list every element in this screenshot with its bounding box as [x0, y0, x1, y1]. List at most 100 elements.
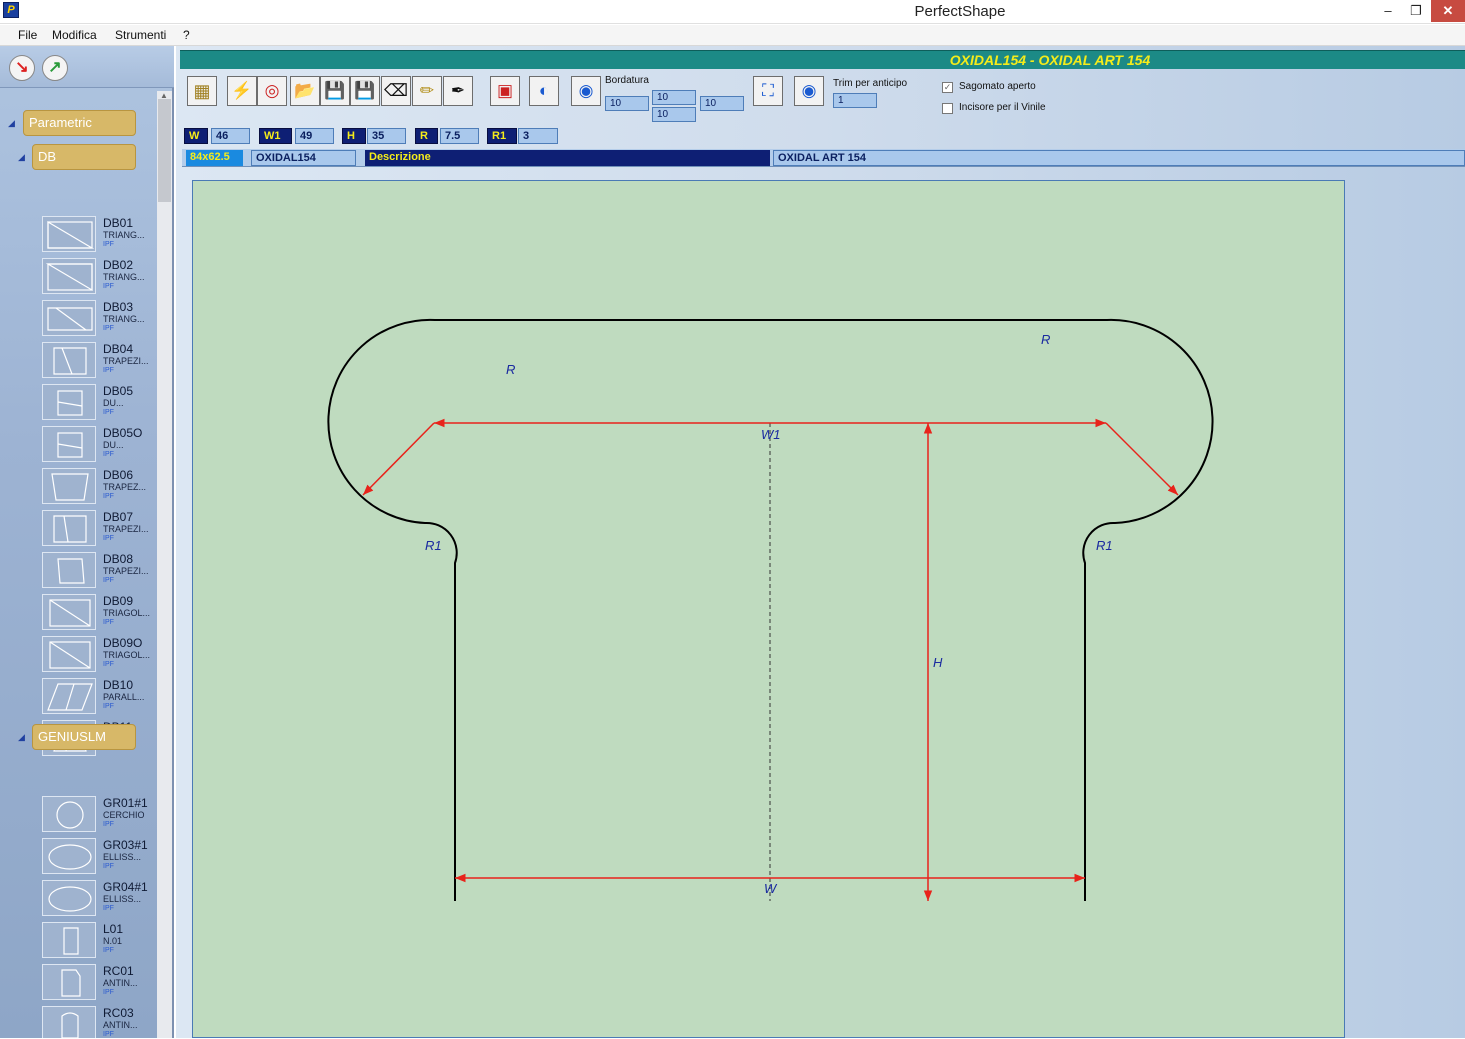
shape-list-item[interactable]: RC03 ANTIN... IPF: [42, 1006, 154, 1038]
shape-description: PARALL...: [103, 692, 145, 702]
param-r1-field[interactable]: 3: [518, 128, 558, 144]
shape-description: DU...: [103, 440, 124, 450]
shape-list-item[interactable]: DB10 PARALL... IPF: [42, 678, 154, 718]
shape-name: RC03: [103, 1006, 134, 1020]
shape-list-item[interactable]: GR03#1 ELLISS... IPF: [42, 838, 154, 878]
knife-button[interactable]: ✒: [443, 76, 473, 106]
menu-help[interactable]: ?: [183, 28, 190, 42]
mirror-button[interactable]: ◐: [529, 76, 559, 106]
label-w1: W1: [761, 427, 781, 442]
shape-thumbnail-icon: [42, 426, 96, 462]
expand-triangle-icon[interactable]: ◢: [18, 152, 25, 163]
group-geniuslm[interactable]: GENIUSLM: [32, 724, 136, 750]
trim-button[interactable]: ◉: [794, 76, 824, 106]
shape-list-item[interactable]: L01 N.01 IPF: [42, 922, 154, 962]
shape-name: RC01: [103, 964, 134, 978]
param-w1-field[interactable]: 49: [295, 128, 334, 144]
menu-modifica[interactable]: Modifica: [52, 28, 97, 42]
bordatura-button[interactable]: ◉: [571, 76, 601, 106]
shape-list-item[interactable]: DB01 TRIANG... IPF: [42, 216, 154, 256]
shape-description: TRIANG...: [103, 314, 145, 324]
bordatura-bottom-field[interactable]: 10: [652, 107, 696, 122]
shape-description: TRAPEZI...: [103, 524, 149, 534]
bordatura-right-field[interactable]: 10: [700, 96, 744, 111]
label-r-left: R: [506, 362, 515, 377]
code-field[interactable]: OXIDAL154: [251, 150, 356, 166]
shape-name: DB09: [103, 594, 134, 608]
shape-outline: [327, 318, 1214, 901]
shape-name: DB07: [103, 510, 134, 524]
menu-strumenti[interactable]: Strumenti: [115, 28, 166, 42]
shape-description: ANTIN...: [103, 978, 138, 988]
param-h-label: H: [342, 128, 366, 144]
incisore-checkbox[interactable]: [942, 103, 953, 114]
expand-all-button[interactable]: ↗: [42, 55, 68, 81]
shape-list-item[interactable]: DB08 TRAPEZI... IPF: [42, 552, 154, 592]
shape-tag: IPF: [103, 1031, 114, 1038]
bordatura-top-field[interactable]: 10: [652, 90, 696, 105]
fit-view-button[interactable]: ⛶: [753, 76, 783, 106]
shape-tag: IPF: [103, 367, 114, 374]
shape-list-item[interactable]: DB04 TRAPEZI... IPF: [42, 342, 154, 382]
shape-thumbnail-icon: [42, 300, 96, 336]
param-r-field[interactable]: 7.5: [440, 128, 479, 144]
trim-corners-button[interactable]: ▣: [490, 76, 520, 106]
shape-description: TRAPEZ...: [103, 482, 147, 492]
drawing-canvas[interactable]: R R W1 R1 R1 H W: [192, 180, 1345, 1038]
shape-list-item[interactable]: DB05 DU... IPF: [42, 384, 154, 424]
shape-list-item[interactable]: DB09 TRIAGOL... IPF: [42, 594, 154, 634]
fit-view-icon: ⛶: [762, 81, 774, 100]
description-field[interactable]: OXIDAL ART 154: [773, 150, 1465, 166]
restore-button[interactable]: ❐: [1401, 0, 1431, 22]
sagomato-checkbox[interactable]: ✓: [942, 82, 953, 93]
param-r-label: R: [415, 128, 438, 144]
param-w-field[interactable]: 46: [211, 128, 250, 144]
lifebuoy-button[interactable]: ◎: [257, 76, 287, 106]
menu-file[interactable]: File: [18, 28, 37, 42]
incisore-label: Incisore per il Vinile: [959, 102, 1046, 113]
shape-list-item[interactable]: DB06 TRAPEZ... IPF: [42, 468, 154, 508]
lightning-button[interactable]: ⚡: [227, 76, 257, 106]
shape-list-item[interactable]: RC01 ANTIN... IPF: [42, 964, 154, 1004]
shape-list-item[interactable]: DB02 TRIANG... IPF: [42, 258, 154, 298]
shape-list-item[interactable]: GR01#1 CERCHIO IPF: [42, 796, 154, 836]
shape-list-item[interactable]: DB05O DU... IPF: [42, 426, 154, 466]
expand-triangle-icon[interactable]: ◢: [18, 732, 25, 743]
eraser-button[interactable]: ⌫: [381, 76, 411, 106]
shape-list-item[interactable]: DB09O TRIAGOL... IPF: [42, 636, 154, 676]
save-pax-button[interactable]: 💾: [350, 76, 380, 106]
dxf-floppy-icon: 💾: [324, 81, 346, 100]
shape-list-item[interactable]: DB03 TRIANG... IPF: [42, 300, 154, 340]
label-r-right: R: [1041, 332, 1050, 347]
shape-tag: IPF: [103, 535, 114, 542]
menu-bar: File Modifica Strumenti ?: [0, 25, 1465, 46]
sidebar-scrollbar[interactable]: ▲: [157, 91, 172, 1038]
minimize-button[interactable]: –: [1373, 0, 1403, 22]
shape-tag: IPF: [103, 577, 114, 584]
close-button[interactable]: ✕: [1431, 0, 1465, 22]
shape-drawing: R R W1 R1 R1 H W: [327, 318, 1214, 901]
app-logo-icon[interactable]: P: [3, 2, 19, 18]
pax-floppy-icon: 💾: [354, 81, 376, 100]
grid-icon: ▦: [193, 81, 211, 101]
pencil-button[interactable]: ✏: [412, 76, 442, 106]
group-db[interactable]: DB: [32, 144, 136, 170]
bordatura-left-field[interactable]: 10: [605, 96, 649, 111]
open-folder-button[interactable]: 📂: [290, 76, 320, 106]
shape-list-item[interactable]: GR04#1 ELLISS... IPF: [42, 880, 154, 920]
save-dxf-button[interactable]: 💾: [320, 76, 350, 106]
mirror-icon: ◐: [538, 81, 550, 100]
eraser-icon: ⌫: [383, 81, 409, 100]
expand-triangle-icon[interactable]: ◢: [8, 118, 15, 129]
shape-list-item[interactable]: DB07 TRAPEZI... IPF: [42, 510, 154, 550]
trim-field[interactable]: 1: [833, 93, 877, 108]
param-h-field[interactable]: 35: [367, 128, 406, 144]
shape-thumbnail-icon: [42, 468, 96, 504]
shape-tag: IPF: [103, 661, 114, 668]
grid-button[interactable]: ▦: [187, 76, 217, 106]
scroll-thumb[interactable]: [158, 99, 171, 202]
group-parametric[interactable]: Parametric: [23, 110, 136, 136]
open-folder-icon: 📂: [294, 81, 316, 100]
collapse-all-button[interactable]: ↘: [9, 55, 35, 81]
label-w: W: [764, 881, 778, 896]
